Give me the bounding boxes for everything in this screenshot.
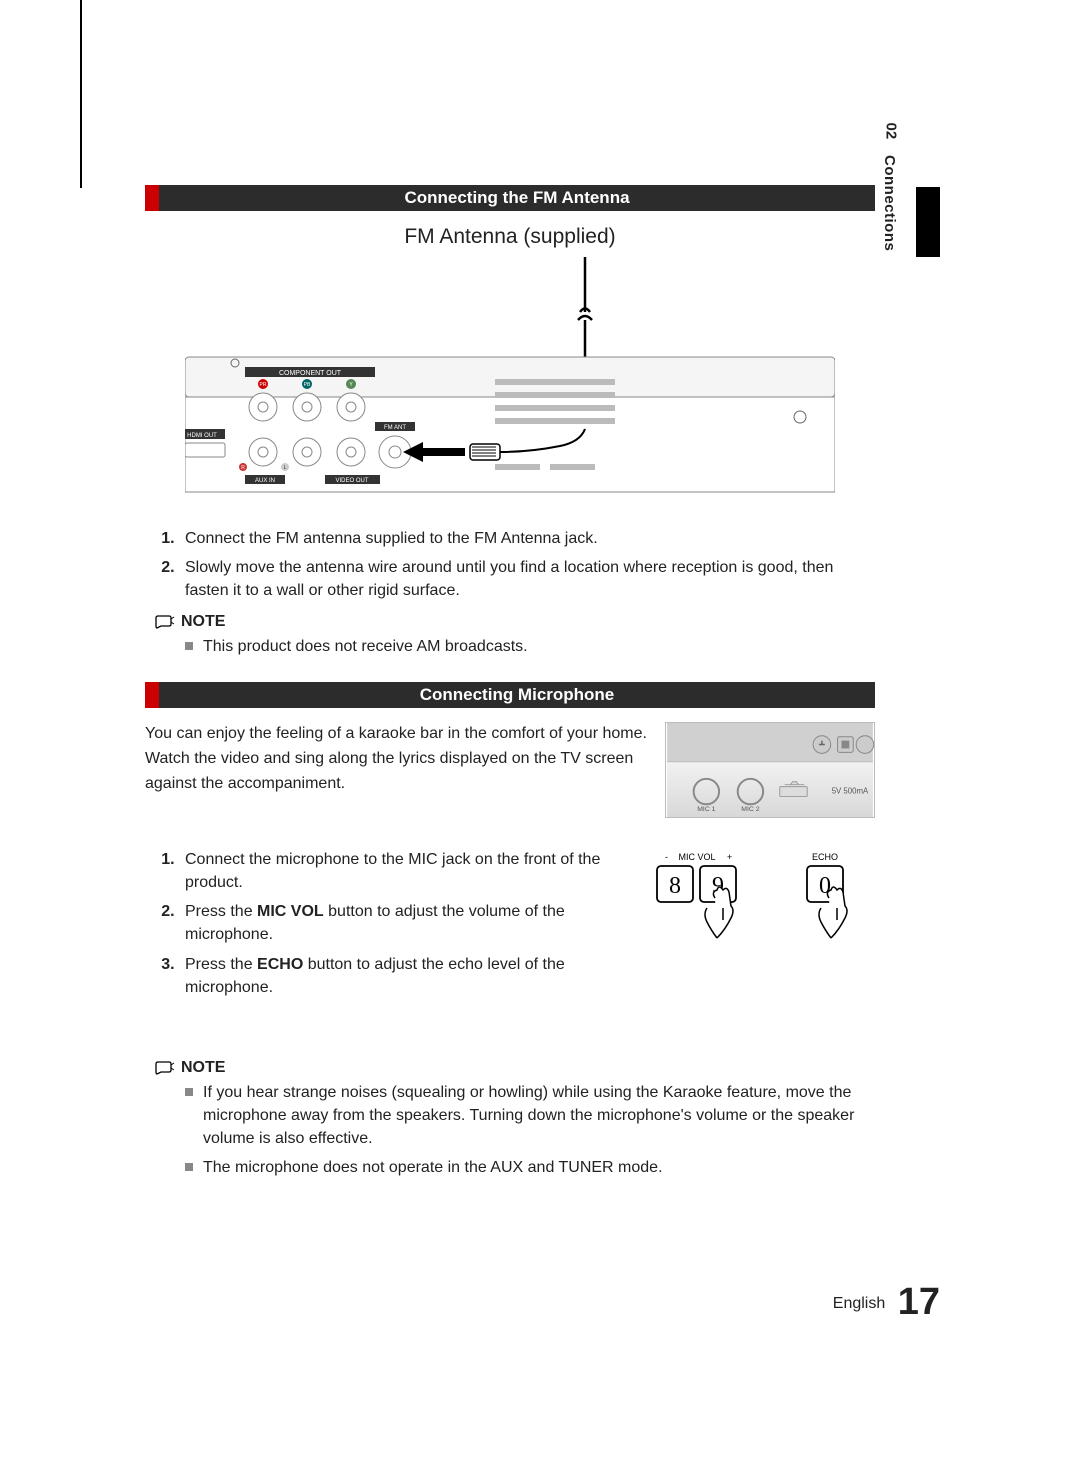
note-icon	[155, 1060, 175, 1076]
chapter-number: 02	[883, 123, 900, 151]
svg-text:L: L	[284, 465, 287, 471]
chapter-marker	[916, 187, 940, 257]
fm-antenna-caption: FM Antenna (supplied)	[145, 225, 875, 249]
note-heading: NOTE	[155, 613, 875, 631]
svg-text:-: -	[665, 852, 668, 862]
page-number: 17	[898, 1281, 940, 1323]
page-footer: English 17	[833, 1281, 940, 1324]
svg-text:PR: PR	[260, 382, 267, 388]
svg-text:R: R	[241, 465, 245, 471]
text-line: Watch the video and sing along the lyric…	[145, 747, 647, 770]
list-item: If you hear strange noises (squealing or…	[185, 1081, 875, 1151]
list-item: Slowly move the antenna wire around unti…	[179, 556, 875, 602]
mic-steps: Connect the microphone to the MIC jack o…	[145, 848, 625, 1009]
text-line: You can enjoy the feeling of a karaoke b…	[145, 722, 647, 745]
label-usb-power: 5V 500mA	[832, 786, 869, 795]
page-content: Connecting the FM Antenna FM Antenna (su…	[145, 185, 875, 1204]
footer-language: English	[833, 1295, 885, 1312]
fm-antenna-diagram: COMPONENT OUT PR PB Y FM ANT HDMI OUT	[185, 257, 835, 507]
list-item: Press the ECHO button to adjust the echo…	[179, 953, 625, 999]
list-item: Press the MIC VOL button to adjust the v…	[179, 900, 625, 946]
label-echo: ECHO	[812, 852, 838, 862]
heading-accent	[145, 682, 159, 708]
svg-text:PB: PB	[304, 382, 311, 388]
chapter-label: Connections	[881, 155, 898, 251]
manual-page: 02 Connections Connecting the FM Antenna…	[0, 0, 1080, 1464]
mic-intro-text: You can enjoy the feeling of a karaoke b…	[145, 722, 647, 798]
fm-steps: Connect the FM antenna supplied to the F…	[179, 527, 875, 603]
list-item: Connect the FM antenna supplied to the F…	[179, 527, 875, 550]
label-mic2: MIC 2	[741, 806, 759, 813]
section-heading-mic: Connecting Microphone	[145, 682, 875, 708]
note-heading: NOTE	[155, 1059, 875, 1077]
mic-jack-diagram: MIC 1 MIC 2 5V 500mA	[665, 722, 875, 818]
label-component-out: COMPONENT OUT	[279, 370, 342, 377]
margin-rule	[80, 0, 82, 188]
list-item: Connect the microphone to the MIC jack o…	[179, 848, 625, 894]
heading-title: Connecting Microphone	[159, 682, 875, 708]
section-heading-fm: Connecting the FM Antenna	[145, 185, 875, 211]
fm-notes: This product does not receive AM broadca…	[185, 635, 875, 658]
text-line: against the accompaniment.	[145, 772, 647, 795]
label-mic1: MIC 1	[697, 806, 715, 813]
mic-intro-row: You can enjoy the feeling of a karaoke b…	[145, 722, 875, 818]
heading-accent	[145, 185, 159, 211]
mic-notes: If you hear strange noises (squealing or…	[185, 1081, 875, 1180]
note-label: NOTE	[181, 1059, 225, 1077]
label-hdmi-out: HDMI OUT	[187, 433, 217, 439]
label-aux-in: AUX IN	[255, 478, 275, 484]
remote-buttons-diagram: - MIC VOL + ECHO 8 9 0	[645, 848, 875, 963]
btn-8: 8	[669, 873, 681, 899]
list-item: This product does not receive AM broadca…	[185, 635, 875, 658]
list-item: The microphone does not operate in the A…	[185, 1156, 875, 1179]
label-micvol: MIC VOL	[678, 852, 715, 862]
mic-steps-row: Connect the microphone to the MIC jack o…	[145, 848, 875, 1009]
label-fm-ant: FM ANT	[384, 425, 406, 431]
chapter-tab: 02 Connections	[881, 128, 905, 255]
svg-text:+: +	[727, 852, 732, 862]
heading-title: Connecting the FM Antenna	[159, 185, 875, 211]
note-label: NOTE	[181, 613, 225, 631]
label-video-out: VIDEO OUT	[335, 478, 368, 484]
note-icon	[155, 614, 175, 630]
